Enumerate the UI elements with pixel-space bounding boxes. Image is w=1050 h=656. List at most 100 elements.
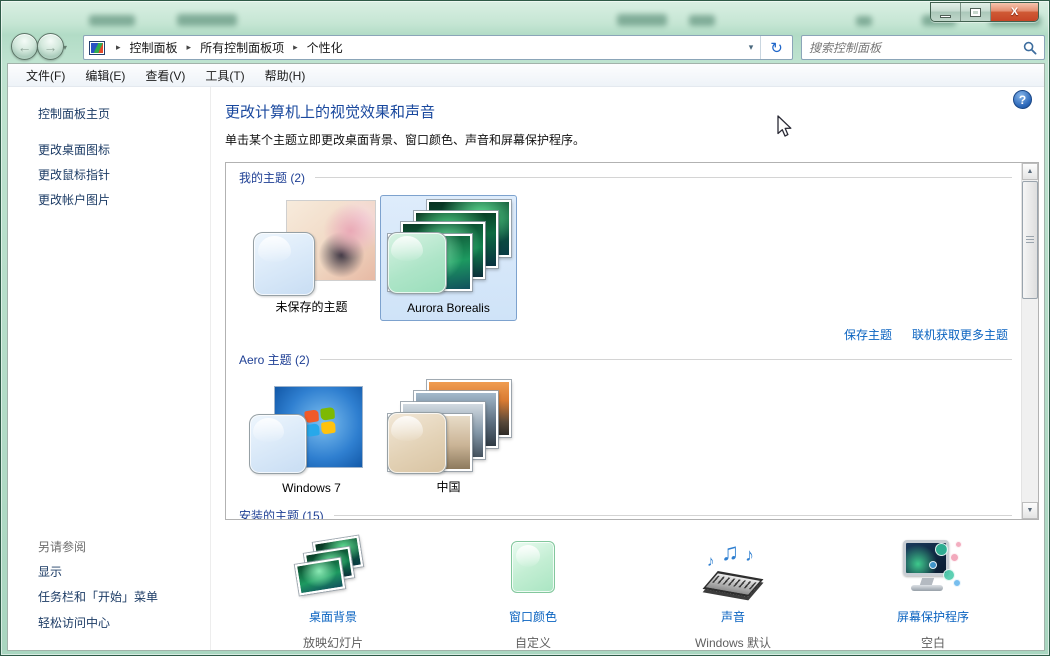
- section-rule: [334, 515, 1012, 516]
- back-button[interactable]: ←: [11, 33, 38, 60]
- glass-blur-artifact: [689, 15, 715, 26]
- menu-help[interactable]: 帮助(H): [255, 64, 316, 87]
- get-more-themes-link[interactable]: 联机获取更多主题: [912, 326, 1008, 343]
- sounds-shortcut[interactable]: ♪ ♫ ♪ 声音 Windows 默认: [653, 537, 813, 651]
- theme-name: 中国: [381, 478, 516, 495]
- window-color-swatch: [253, 232, 315, 296]
- sidebar-item-change-account-picture[interactable]: 更改帐户图片: [38, 191, 110, 208]
- shortcut-label[interactable]: 屏幕保护程序: [853, 608, 1013, 625]
- sidebar-item-ease-of-access[interactable]: 轻松访问中心: [38, 614, 110, 631]
- scrollbar-thumb[interactable]: [1022, 181, 1038, 299]
- maximize-icon: [970, 8, 981, 17]
- section-rule: [320, 359, 1012, 360]
- shortcut-value: Windows 默认: [653, 634, 813, 651]
- scroll-up-icon: ▲: [1027, 168, 1034, 175]
- section-rule: [315, 177, 1012, 178]
- help-button[interactable]: ?: [1013, 90, 1032, 109]
- control-panel-icon: [89, 41, 105, 55]
- theme-panel-scrollbar[interactable]: ▲ ▼: [1021, 163, 1038, 519]
- window-body: 控制面板主页 更改桌面图标 更改鼠标指针 更改帐户图片 另请参阅 显示 任务栏和…: [8, 87, 1044, 650]
- navigation-bar: ← → ▾ ▸ 控制面板 ▸ 所有控制面板项 ▸ 个性化 ▾ ↻: [1, 31, 1050, 63]
- glass-blur-artifact: [856, 16, 872, 26]
- theme-links: 保存主题 联机获取更多主题: [844, 326, 1008, 343]
- section-header-label: Aero 主题 (2): [239, 351, 310, 368]
- breadcrumb-separator-icon: ▸: [110, 42, 127, 53]
- shortcut-value: 自定义: [453, 634, 613, 651]
- breadcrumb-separator-icon: ▸: [287, 42, 304, 53]
- forward-button[interactable]: →: [37, 33, 64, 60]
- page-subtitle: 单击某个主题立即更改桌面背景、窗口颜色、声音和屏幕保护程序。: [225, 131, 585, 148]
- window-controls: X: [930, 2, 1039, 22]
- theme-tile-windows7[interactable]: Windows 7: [243, 375, 380, 501]
- section-aero-themes: Aero 主题 (2): [239, 351, 1012, 368]
- section-header-label: 我的主题 (2): [239, 169, 305, 186]
- breadcrumb-control-panel[interactable]: 控制面板: [127, 38, 181, 57]
- minimize-icon: [940, 15, 951, 18]
- shortcut-label[interactable]: 窗口颜色: [453, 608, 613, 625]
- theme-tile-china[interactable]: 中国: [380, 375, 517, 501]
- sidebar-item-control-panel-home[interactable]: 控制面板主页: [38, 105, 110, 122]
- section-header-label: 安装的主题 (15): [239, 507, 324, 520]
- scroll-down-icon: ▼: [1027, 507, 1034, 514]
- theme-tile-aurora-borealis[interactable]: Aurora Borealis: [380, 195, 517, 321]
- search-input[interactable]: [809, 41, 1023, 55]
- search-box[interactable]: [801, 35, 1045, 60]
- screensaver-shortcut[interactable]: 屏幕保护程序 空白: [853, 537, 1013, 651]
- sidebar-item-change-desktop-icons[interactable]: 更改桌面图标: [38, 141, 110, 158]
- scroll-down-button[interactable]: ▼: [1022, 502, 1038, 519]
- help-icon: ?: [1019, 93, 1026, 107]
- minimize-button[interactable]: [931, 3, 961, 21]
- sidebar-item-taskbar-start-menu[interactable]: 任务栏和「开始」菜单: [38, 588, 158, 605]
- maximize-button[interactable]: [961, 3, 991, 21]
- window-client-area: 文件(F) 编辑(E) 查看(V) 工具(T) 帮助(H) 控制面板主页 更改桌…: [7, 63, 1045, 651]
- save-theme-link[interactable]: 保存主题: [844, 326, 892, 343]
- desktop-background-icon: [253, 537, 413, 601]
- sidebar-see-also-header: 另请参阅: [38, 538, 86, 555]
- section-my-themes: 我的主题 (2): [239, 169, 1012, 186]
- desktop-background-shortcut[interactable]: 桌面背景 放映幻灯片: [253, 537, 413, 651]
- refresh-button[interactable]: ↻: [760, 36, 792, 59]
- glass-blur-artifact: [89, 15, 135, 26]
- window-color-shortcut[interactable]: 窗口颜色 自定义: [453, 537, 613, 651]
- close-button[interactable]: X: [991, 3, 1038, 21]
- search-icon: [1023, 41, 1037, 55]
- theme-tile-unsaved[interactable]: 未保存的主题: [243, 195, 380, 321]
- window-color-swatch: [387, 412, 447, 474]
- sidebar-item-change-mouse-pointers[interactable]: 更改鼠标指针: [38, 166, 110, 183]
- sidebar-item-display[interactable]: 显示: [38, 563, 62, 580]
- screensaver-icon: [853, 537, 1013, 601]
- section-installed-themes: 安装的主题 (15): [239, 507, 1012, 520]
- menu-file[interactable]: 文件(F): [16, 64, 75, 87]
- personalization-window: X ← → ▾ ▸ 控制面板 ▸ 所有控制面板项 ▸ 个性化 ▾ ↻: [0, 0, 1050, 656]
- breadcrumb-personalization[interactable]: 个性化: [304, 38, 346, 57]
- shortcut-label[interactable]: 桌面背景: [253, 608, 413, 625]
- close-icon: X: [1011, 6, 1018, 18]
- recent-pages-dropdown[interactable]: ▾: [63, 43, 67, 52]
- menu-bar: 文件(F) 编辑(E) 查看(V) 工具(T) 帮助(H): [8, 64, 1044, 87]
- sounds-icon: ♪ ♫ ♪: [653, 537, 813, 601]
- breadcrumb-all-items[interactable]: 所有控制面板项: [197, 38, 287, 57]
- theme-name: Windows 7: [244, 481, 379, 495]
- shortcut-value: 放映幻灯片: [253, 634, 413, 651]
- page-title: 更改计算机上的视觉效果和声音: [225, 101, 435, 122]
- breadcrumb-separator-icon: ▸: [181, 42, 198, 53]
- main-content: ? 更改计算机上的视觉效果和声音 单击某个主题立即更改桌面背景、窗口颜色、声音和…: [210, 87, 1044, 650]
- address-bar[interactable]: ▸ 控制面板 ▸ 所有控制面板项 ▸ 个性化 ▾ ↻: [83, 35, 793, 60]
- sidebar: 控制面板主页 更改桌面图标 更改鼠标指针 更改帐户图片 另请参阅 显示 任务栏和…: [8, 87, 210, 650]
- menu-view[interactable]: 查看(V): [135, 64, 195, 87]
- window-color-icon: [453, 537, 613, 601]
- theme-name: Aurora Borealis: [381, 301, 516, 315]
- window-color-swatch: [249, 414, 307, 474]
- glass-blur-artifact: [177, 14, 237, 26]
- shortcut-label[interactable]: 声音: [653, 608, 813, 625]
- menu-tools[interactable]: 工具(T): [195, 64, 254, 87]
- forward-icon: →: [44, 39, 58, 55]
- back-icon: ←: [18, 39, 32, 55]
- menu-edit[interactable]: 编辑(E): [75, 64, 135, 87]
- glass-blur-artifact: [617, 14, 667, 26]
- scroll-up-button[interactable]: ▲: [1022, 163, 1038, 180]
- theme-name: 未保存的主题: [244, 298, 379, 315]
- theme-list-panel: 我的主题 (2) 未保存的主题: [225, 162, 1039, 520]
- window-color-swatch: [387, 232, 447, 294]
- address-dropdown-icon[interactable]: ▾: [742, 42, 760, 53]
